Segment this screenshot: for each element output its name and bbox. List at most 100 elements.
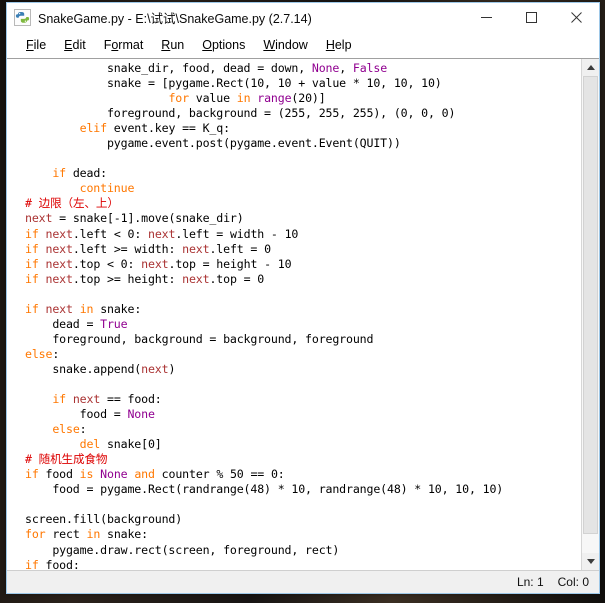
code-token: in <box>236 91 251 106</box>
code-token: , <box>339 61 353 75</box>
code-line: pygame.draw.rect(screen, foreground, rec… <box>25 543 581 558</box>
code-line: # 边限（左、上） <box>25 196 581 211</box>
code-token: .left >= width: <box>72 241 183 256</box>
code-token: else <box>52 422 80 437</box>
code-token: snake: <box>93 301 142 316</box>
scroll-up-button[interactable] <box>582 59 599 76</box>
code-token: if <box>25 241 39 256</box>
code-token: dead: <box>66 166 107 181</box>
code-line: for value in range(20)] <box>25 91 581 106</box>
menu-item-edit[interactable]: Edit <box>55 36 95 54</box>
code-text-area[interactable]: snake_dir, food, dead = down, None, Fals… <box>25 59 581 570</box>
code-token: event.key == K_q: <box>106 121 230 136</box>
code-token: food = pygame.Rect(randrange(48) * 10, r… <box>25 482 504 497</box>
code-token: None <box>311 61 340 75</box>
code-line: if next.top < 0: next.top = height - 10 <box>25 257 581 272</box>
code-line: if food is None and counter % 50 == 0: <box>25 467 581 482</box>
code-token: del <box>79 437 101 452</box>
code-token: next <box>182 271 210 286</box>
code-token: next <box>45 226 73 241</box>
scroll-down-icon <box>586 559 595 564</box>
code-token: snake.append( <box>25 361 142 376</box>
menu-mnemonic: O <box>202 37 212 52</box>
code-token: if <box>25 301 39 316</box>
scrollbar-track[interactable] <box>582 76 599 553</box>
menu-item-window[interactable]: Window <box>254 36 316 54</box>
code-token: snake_dir, food, dead = down, <box>25 61 312 75</box>
menu-item-format[interactable]: Format <box>95 36 153 54</box>
code-line: elif event.key == K_q: <box>25 121 581 136</box>
status-line-number: Ln: 1 <box>516 575 544 589</box>
code-token: value <box>188 91 237 106</box>
editor-area: snake_dir, food, dead = down, None, Fals… <box>7 58 599 570</box>
code-token: food: <box>38 557 80 570</box>
python-idle-icon <box>14 9 31 26</box>
code-token: None <box>100 467 128 482</box>
vertical-scrollbar[interactable] <box>581 59 599 570</box>
scroll-up-icon <box>586 65 595 70</box>
code-token: next <box>45 301 73 316</box>
code-token: .top = height - 10 <box>168 256 292 271</box>
code-token: if <box>25 467 39 482</box>
code-token: = snake[-1].move(snake_dir) <box>52 211 244 226</box>
code-token: if <box>52 392 66 407</box>
maximize-button[interactable] <box>509 3 554 32</box>
window-titlebar[interactable]: SnakeGame.py - E:\试试\SnakeGame.py (2.7.1… <box>7 3 599 32</box>
menu-item-file[interactable]: File <box>17 36 55 54</box>
code-token: next <box>141 256 169 271</box>
menu-item-options[interactable]: Options <box>193 36 254 54</box>
code-token: dead = <box>25 316 101 331</box>
code-token: .top < 0: <box>72 256 142 271</box>
code-line: continue <box>25 181 581 196</box>
code-token: is <box>79 467 94 482</box>
menu-item-help[interactable]: Help <box>317 36 361 54</box>
menu-mnemonic: W <box>263 37 276 52</box>
code-token: .left < 0: <box>72 226 148 241</box>
code-token: for <box>25 527 46 542</box>
code-token: food = <box>25 407 128 422</box>
code-line: snake = [pygame.Rect(10, 10 + value * 10… <box>25 76 581 91</box>
status-column-number: Col: 0 <box>557 575 589 589</box>
statusbar: Ln: 1 Col: 0 <box>7 570 599 593</box>
code-line: food = None <box>25 407 581 422</box>
code-token: : <box>52 346 60 361</box>
code-line: foreground, background = (255, 255, 255)… <box>25 106 581 121</box>
minimize-button[interactable] <box>464 3 509 32</box>
code-token: ) <box>168 361 176 376</box>
menu-mnemonic: H <box>325 37 335 52</box>
menu-item-run[interactable]: Run <box>152 36 193 54</box>
menu-mnemonic: o <box>111 37 119 52</box>
code-token: next <box>25 211 53 226</box>
code-line: if dead: <box>25 166 581 181</box>
code-token: next <box>45 241 73 256</box>
code-line: if next == food: <box>25 392 581 407</box>
scroll-down-button[interactable] <box>582 553 599 570</box>
code-line: for rect in snake: <box>25 527 581 542</box>
code-token: if <box>25 256 39 271</box>
code-token: foreground, background = background, for… <box>25 331 374 346</box>
code-token: if <box>25 226 39 241</box>
window-controls <box>464 3 599 32</box>
code-token: continue <box>79 181 135 196</box>
code-token: snake: <box>100 527 148 542</box>
code-token: and <box>134 467 155 482</box>
code-token: : <box>79 422 87 437</box>
code-token: next <box>147 226 176 241</box>
close-button[interactable] <box>554 3 599 32</box>
scrollbar-thumb[interactable] <box>583 76 598 534</box>
code-token: # 随机生成食物 <box>25 452 108 467</box>
code-token: elif <box>79 121 107 136</box>
code-token: if <box>25 271 39 286</box>
code-token: == food: <box>100 392 162 407</box>
code-token: in <box>86 527 101 542</box>
close-icon <box>571 12 582 23</box>
